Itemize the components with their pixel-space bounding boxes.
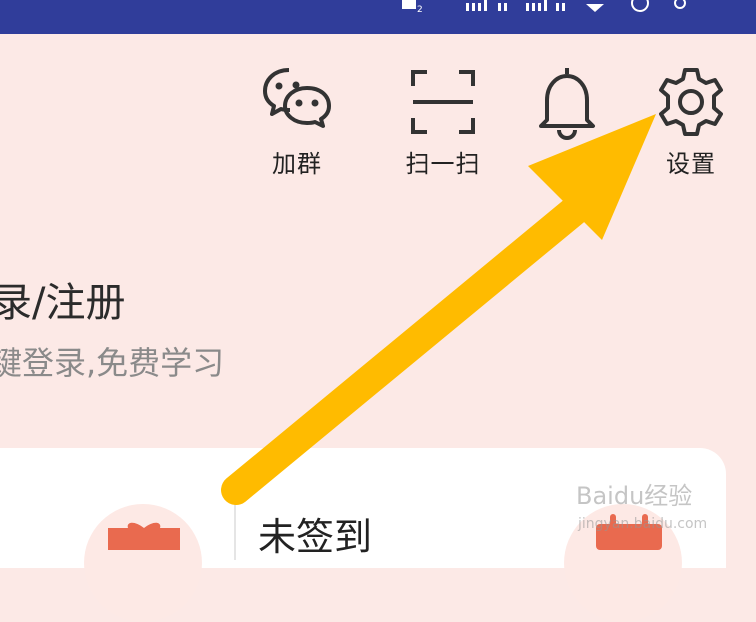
annotation-arrow <box>221 114 656 505</box>
